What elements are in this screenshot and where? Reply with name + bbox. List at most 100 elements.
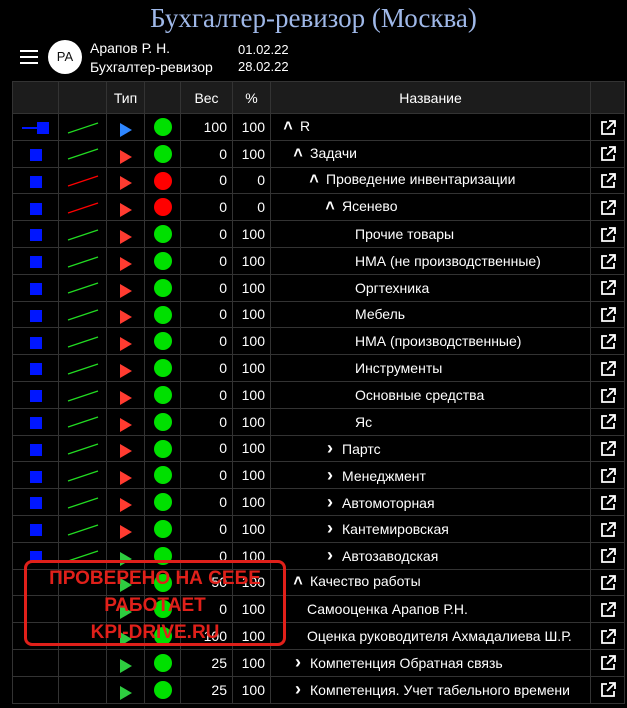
trend-line-icon [67, 389, 98, 402]
table-row[interactable]: 0 0 ˄ Проведение инвентаризации [12, 166, 625, 195]
table-row[interactable]: 0 100 Инструменты [12, 354, 625, 382]
status-dot-icon [153, 252, 172, 271]
name-cell[interactable]: ˄ Задачи [270, 139, 591, 168]
external-link-icon[interactable] [600, 628, 616, 645]
play-triangle-icon [119, 471, 132, 486]
table-row[interactable]: 0 100 › Кантемировская [12, 514, 625, 543]
external-link-icon[interactable] [600, 655, 616, 671]
external-link-icon[interactable] [600, 387, 616, 404]
status-cell [12, 514, 59, 543]
trend-cell [58, 220, 107, 248]
external-link-icon[interactable] [600, 307, 616, 323]
menu-icon[interactable] [20, 50, 38, 66]
name-cell[interactable]: Самооценка Арапов Р.Н. [270, 595, 591, 624]
table-row[interactable]: 0 100 Оргтехника [12, 273, 625, 302]
table-row[interactable]: 0 100 › Автомоторная [12, 488, 625, 516]
external-link-icon[interactable] [600, 575, 616, 591]
name-cell[interactable]: › Компетенция. Учет табельного времени [270, 675, 591, 704]
weight-cell: 0 [180, 488, 233, 516]
external-link-icon[interactable] [600, 468, 616, 484]
avatar[interactable]: РА [48, 40, 82, 74]
chevron-up-icon[interactable]: ˄ [307, 171, 321, 189]
external-link-icon[interactable] [600, 360, 616, 377]
name-cell[interactable]: Прочие товары [270, 220, 591, 248]
chevron-up-icon[interactable]: ˄ [291, 573, 305, 591]
name-cell[interactable]: › Компетенция Обратная связь [270, 648, 591, 677]
external-link-icon[interactable] [600, 548, 616, 564]
name-cell[interactable]: Инструменты [270, 354, 591, 382]
table-row[interactable]: 25 100 › Компетенция Обратная связь [12, 648, 625, 677]
table-row[interactable]: 0 0 ˄ Ясенево [12, 193, 625, 222]
row-name: НМА (не производственные) [355, 252, 541, 269]
date-from[interactable]: 01.02.22 [238, 42, 289, 57]
name-cell[interactable]: ˄ Качество работы [270, 568, 591, 597]
external-link-icon[interactable] [600, 146, 616, 162]
status-cell [12, 407, 59, 436]
table-row[interactable]: 0 100 Основные средства [12, 380, 625, 409]
name-cell[interactable]: › Автозаводская [270, 541, 591, 570]
status-square-icon [29, 175, 42, 188]
external-link-icon[interactable] [600, 682, 616, 698]
status-cell [12, 113, 59, 141]
name-cell[interactable]: Оргтехника [270, 273, 591, 302]
user-name: Арапов Р. Н. [90, 40, 171, 56]
chevron-up-icon[interactable]: ˄ [291, 145, 305, 163]
name-cell[interactable]: Яс [270, 407, 591, 436]
table-row[interactable]: 0 100 ˄ Задачи [12, 139, 625, 168]
play-triangle-icon [119, 390, 132, 405]
external-link-icon[interactable] [600, 521, 616, 538]
name-cell[interactable]: ˄ Проведение инвентаризации [270, 166, 591, 195]
table-row[interactable]: 0 100 › Менеджмент [12, 461, 625, 490]
chevron-right-icon[interactable]: › [323, 438, 337, 459]
table-row[interactable]: 0 100 НМА (не производственные) [12, 246, 625, 275]
external-link-icon[interactable] [600, 414, 616, 430]
external-link-icon[interactable] [600, 494, 616, 511]
status-dot-icon [153, 278, 172, 297]
name-cell[interactable]: › Менеджмент [270, 461, 591, 490]
external-link-icon[interactable] [600, 226, 616, 243]
name-cell[interactable]: › Партс [270, 434, 591, 463]
name-cell[interactable]: › Автомоторная [270, 488, 591, 516]
external-link-icon[interactable] [600, 334, 616, 350]
table-row[interactable]: 0 100 Мебель [12, 300, 625, 329]
chevron-right-icon[interactable]: › [291, 652, 305, 673]
table-row[interactable]: 0 100 Прочие товары [12, 220, 625, 248]
external-link-icon[interactable] [600, 601, 616, 618]
indicator-cell [144, 193, 181, 222]
chevron-right-icon[interactable]: › [323, 492, 337, 513]
play-triangle-icon [119, 310, 132, 325]
percent-cell: 100 [232, 113, 271, 141]
external-link-icon[interactable] [600, 200, 616, 216]
row-name: Оргтехника [355, 279, 430, 296]
name-cell[interactable]: Основные средства [270, 380, 591, 409]
name-cell[interactable]: › Кантемировская [270, 514, 591, 543]
table-row[interactable]: 0 100 Яс [12, 407, 625, 436]
play-triangle-icon [119, 364, 132, 379]
external-link-icon[interactable] [600, 280, 616, 296]
external-link-icon[interactable] [600, 441, 616, 457]
name-cell[interactable]: НМА (производственные) [270, 327, 591, 356]
name-cell[interactable]: Оценка руководителя Ахмадалиева Ш.Р. [270, 622, 591, 650]
name-cell[interactable]: ˄ Ясенево [270, 193, 591, 222]
name-cell[interactable]: Мебель [270, 300, 591, 329]
action-cell [590, 220, 625, 248]
weight-cell: 0 [180, 273, 233, 302]
chevron-up-icon[interactable]: ˄ [323, 198, 337, 216]
name-cell[interactable]: НМА (не производственные) [270, 246, 591, 275]
date-to[interactable]: 28.02.22 [238, 59, 289, 74]
external-link-icon[interactable] [600, 173, 616, 189]
weight-cell: 0 [180, 246, 233, 275]
chevron-right-icon[interactable]: › [323, 465, 337, 486]
table-row[interactable]: 0 100 › Партс [12, 434, 625, 463]
table-row[interactable]: 0 100 НМА (производственные) [12, 327, 625, 356]
name-cell[interactable]: ˄ R [270, 113, 591, 141]
external-link-icon[interactable] [600, 119, 616, 136]
table-row[interactable]: 100 100 ˄ R [12, 113, 625, 141]
chevron-right-icon[interactable]: › [323, 518, 337, 539]
percent-cell: 100 [232, 675, 271, 704]
chevron-up-icon[interactable]: ˄ [281, 118, 295, 136]
external-link-icon[interactable] [600, 253, 616, 270]
table-row[interactable]: 25 100 › Компетенция. Учет табельного време… [12, 675, 625, 704]
chevron-right-icon[interactable]: › [323, 545, 337, 566]
chevron-right-icon[interactable]: › [291, 679, 305, 700]
